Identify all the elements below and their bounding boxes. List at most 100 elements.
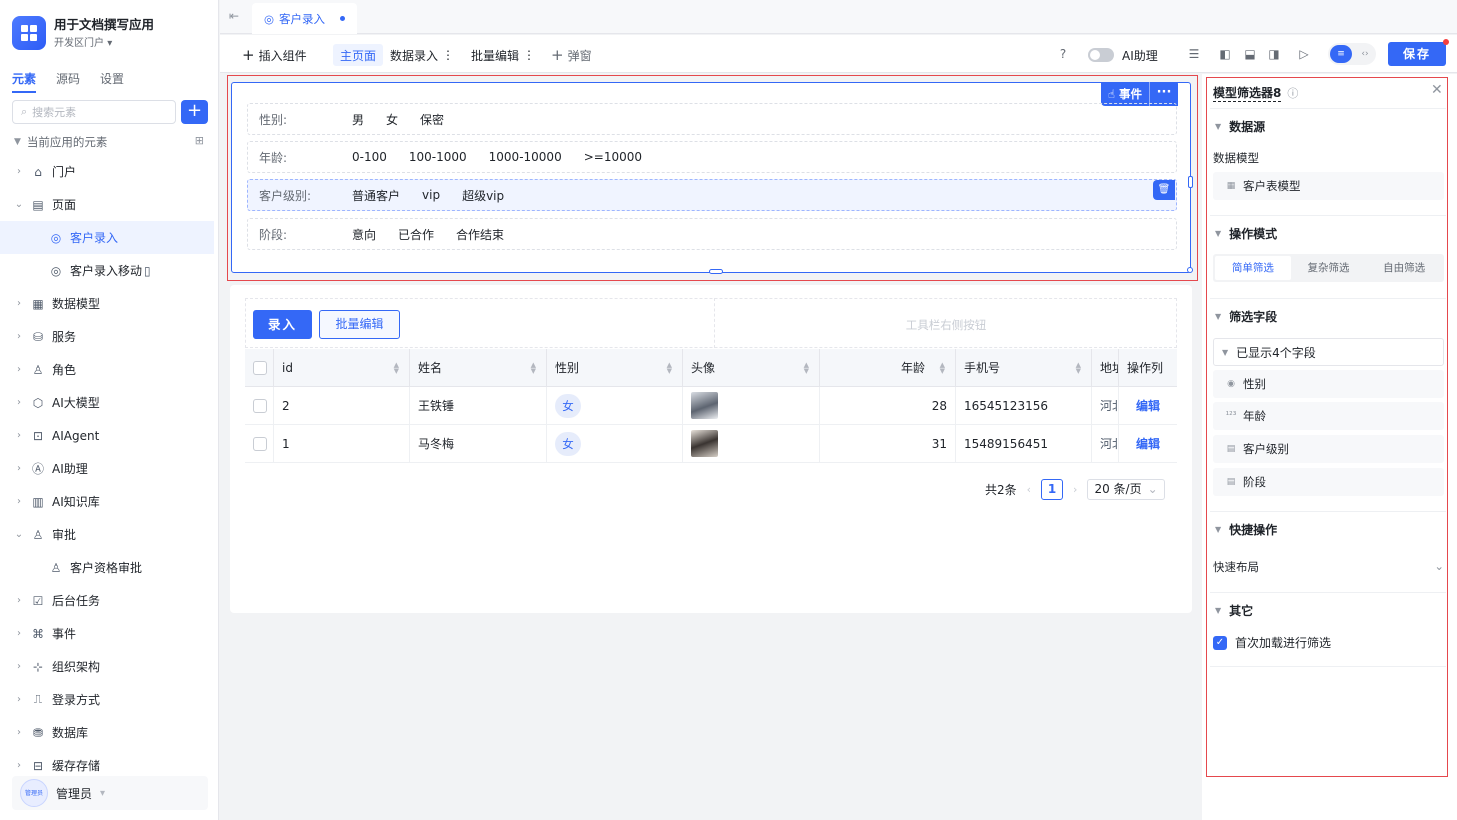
chevron-right-icon[interactable]: › xyxy=(12,364,26,375)
column-header-gender[interactable]: 性别 ▲ ▼ xyxy=(547,349,683,386)
chevron-right-icon[interactable]: › xyxy=(12,496,26,507)
chevron-right-icon[interactable]: › xyxy=(12,727,26,738)
sidebar-item[interactable]: › ⌂ 门户 xyxy=(0,155,219,188)
layout-toggle-icon[interactable]: ☰ xyxy=(1186,46,1202,62)
resize-handle-bottom[interactable] xyxy=(709,269,723,274)
filter-option[interactable]: >=10000 xyxy=(584,150,642,164)
quick-layout-row[interactable]: 快速布局 ⌄ xyxy=(1213,559,1444,575)
chevron-right-icon[interactable]: › xyxy=(12,760,26,771)
column-header-id[interactable]: id ▲ ▼ xyxy=(274,349,410,386)
section-current-elements[interactable]: ▼ 当前应用的元素 ⊞ xyxy=(14,134,204,150)
help-icon[interactable]: ? xyxy=(1055,46,1071,62)
sort-icon[interactable]: ▲ ▼ xyxy=(531,362,536,375)
add-popup-button[interactable]: + 弹窗 xyxy=(551,44,592,66)
chevron-right-icon[interactable]: › xyxy=(12,397,26,408)
filter-option[interactable]: 女 xyxy=(386,111,398,128)
tab-customer-entry[interactable]: ◎ 客户录入 xyxy=(252,3,358,34)
sidebar-item[interactable]: › ⌘ 事件 xyxy=(0,617,219,650)
chevron-right-icon[interactable]: › xyxy=(12,430,26,441)
sort-icon[interactable]: ▲ ▼ xyxy=(1076,362,1081,375)
main-page-button[interactable]: 主页面 xyxy=(333,44,384,66)
page-button-current[interactable]: 1 xyxy=(1041,479,1064,500)
filter-option[interactable]: 男 xyxy=(352,111,364,128)
chevron-right-icon[interactable]: › xyxy=(12,661,26,672)
mode-free[interactable]: 自由筛选 xyxy=(1366,256,1442,280)
grid-view-icon[interactable]: ⊞ xyxy=(195,134,204,147)
portal-selector[interactable]: 开发区门户 ▾ xyxy=(54,36,154,52)
chevron-down-icon[interactable]: ⌄ xyxy=(12,529,26,540)
filter-option[interactable]: 1000-10000 xyxy=(489,150,562,164)
filter-option[interactable]: 合作结束 xyxy=(456,226,504,243)
ai-assistant-toggle[interactable] xyxy=(1088,48,1114,62)
code-mode-icon[interactable]: ‹› xyxy=(1356,45,1374,63)
tab-source[interactable]: 源码 xyxy=(56,70,80,93)
filter-option[interactable]: 100-1000 xyxy=(409,150,467,164)
filter-field-item[interactable]: ◉ 性别 xyxy=(1213,370,1444,398)
tab-elements[interactable]: 元素 xyxy=(12,70,37,93)
bottom-panel-icon[interactable]: ⬓ xyxy=(1242,46,1258,62)
row-checkbox[interactable] xyxy=(253,398,267,413)
insert-component-button[interactable]: + 插入组件 xyxy=(242,44,307,66)
filter-option[interactable]: 意向 xyxy=(352,226,376,243)
sidebar-item[interactable]: ›♙客户资格审批 xyxy=(0,551,219,584)
search-input[interactable] xyxy=(32,105,163,119)
next-page-icon[interactable]: › xyxy=(1073,483,1077,496)
filter-option[interactable]: vip xyxy=(422,188,440,202)
sidebar-item[interactable]: ⌄ ▤ 页面 xyxy=(0,188,219,221)
tab-settings[interactable]: 设置 xyxy=(100,70,124,93)
sort-icon[interactable]: ▲ ▼ xyxy=(940,362,945,375)
left-panel-icon[interactable]: ◧ xyxy=(1217,46,1233,62)
component-name[interactable]: 模型筛选器8 xyxy=(1213,84,1282,102)
avatar-photo[interactable] xyxy=(691,392,718,419)
batch-edit-button[interactable]: 批量编辑 xyxy=(319,310,400,339)
column-header-name[interactable]: 姓名 ▲ ▼ xyxy=(410,349,547,386)
sidebar-item[interactable]: › ⛃ 数据库 xyxy=(0,716,219,749)
sidebar-item[interactable]: › ☑ 后台任务 xyxy=(0,584,219,617)
preview-play-icon[interactable]: ▷ xyxy=(1296,46,1312,62)
sidebar-item[interactable]: › ⎍ 登录方式 xyxy=(0,683,219,716)
data-entry-button[interactable]: 数据录入 ⋮ xyxy=(390,44,454,66)
chevron-right-icon[interactable]: › xyxy=(12,331,26,342)
sidebar-item[interactable]: › ⊹ 组织架构 xyxy=(0,650,219,683)
sidebar-item[interactable]: ›◎客户录入移动▯ xyxy=(0,254,219,287)
page-size-select[interactable]: 20 条/页 ⌄ xyxy=(1087,479,1165,500)
edit-link[interactable]: 编辑 xyxy=(1136,397,1160,414)
sidebar-item[interactable]: ›◎客户录入 xyxy=(0,221,214,254)
sidebar-item[interactable]: › ♙ 角色 xyxy=(0,353,219,386)
sort-icon[interactable]: ▲ ▼ xyxy=(804,362,809,375)
filter-field-item[interactable]: ¹²³ 年龄 xyxy=(1213,402,1444,430)
collapse-sidebar-icon[interactable]: ⇤ xyxy=(229,9,239,23)
chevron-right-icon[interactable]: › xyxy=(12,628,26,639)
table-row[interactable]: 1 马冬梅 女 31 15489156451 河北 编辑 xyxy=(245,425,1177,463)
sidebar-item[interactable]: › ▦ 数据模型 xyxy=(0,287,219,320)
filter-field-item[interactable]: ▤ 阶段 xyxy=(1213,468,1444,496)
chevron-right-icon[interactable]: › xyxy=(12,595,26,606)
chevron-right-icon[interactable]: › xyxy=(12,298,26,309)
resize-handle-right[interactable] xyxy=(1188,176,1193,188)
chevron-down-icon[interactable]: ⌄ xyxy=(12,199,26,210)
user-menu[interactable]: 管理员 管理员 ▾ xyxy=(12,776,208,810)
sidebar-item[interactable]: ⌄ ♙ 审批 xyxy=(0,518,219,551)
close-icon[interactable]: ✕ xyxy=(1431,82,1443,98)
design-mode-icon[interactable]: ≡ xyxy=(1330,45,1352,63)
sidebar-item[interactable]: › ⛁ 服务 xyxy=(0,320,219,353)
sidebar-item[interactable]: › ⊡ AIAgent xyxy=(0,419,219,452)
section-quick-actions[interactable]: ▼ 快捷操作 xyxy=(1215,521,1277,538)
column-header-phone[interactable]: 手机号 ▲ ▼ xyxy=(956,349,1092,386)
mode-complex[interactable]: 复杂筛选 xyxy=(1291,256,1367,280)
filter-option[interactable]: 0-100 xyxy=(352,150,387,164)
column-header-photo[interactable]: 头像 ▲ ▼ xyxy=(683,349,820,386)
filter-option[interactable]: 已合作 xyxy=(398,226,434,243)
prev-page-icon[interactable]: ‹ xyxy=(1027,483,1031,496)
delete-icon[interactable]: 🗑 xyxy=(1153,180,1175,200)
section-fields[interactable]: ▼ 筛选字段 xyxy=(1215,308,1277,325)
add-element-button[interactable]: + xyxy=(181,100,208,124)
mode-simple[interactable]: 简单筛选 xyxy=(1215,256,1291,280)
chevron-right-icon[interactable]: › xyxy=(12,463,26,474)
edit-link[interactable]: 编辑 xyxy=(1136,435,1160,452)
select-all-checkbox[interactable] xyxy=(253,360,267,375)
data-model-select[interactable]: ▦ 客户表模型 xyxy=(1213,172,1444,200)
first-load-filter-option[interactable]: ✓ 首次加载进行筛选 xyxy=(1213,634,1331,651)
row-checkbox[interactable] xyxy=(253,436,267,451)
right-panel-icon[interactable]: ◨ xyxy=(1266,46,1282,62)
